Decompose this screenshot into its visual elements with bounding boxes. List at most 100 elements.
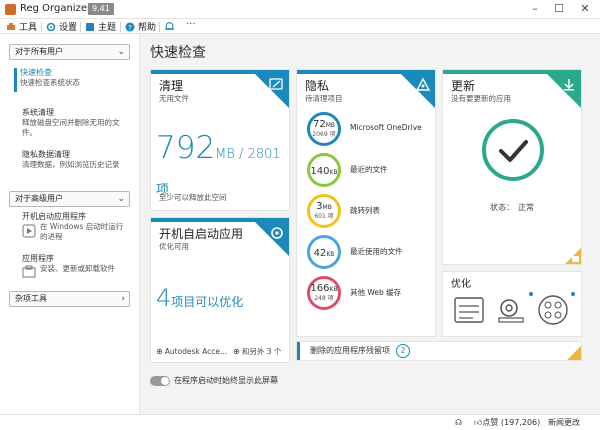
status-bar: ☊ 👍︎点赞 (197,206) 新闻更改 [0,414,600,430]
startup-app-name: Autodesk Acce... [164,347,228,356]
removed-count-badge: 2 [396,344,410,358]
clean-value: 792 [156,130,216,166]
section-misc-tools-label: 杂项工具 [15,294,47,303]
version-badge: 9.41 [88,3,114,15]
more-icon[interactable]: ··· [186,19,196,30]
privacy-ring: 166KB 248 项 [307,276,341,310]
privacy-ring-value: 166KB [310,283,338,294]
page-title: 快速检查 [150,45,206,61]
privacy-label: 其他 Web 缓存 [350,288,402,297]
privacy-row[interactable]: 140KB 最近的文件 [307,153,442,187]
app-title: Reg Organizer [20,3,92,14]
gear-icon [46,22,56,31]
sidebar-item-startup-apps[interactable]: 开机启动应用程序 在 Windows 启动时运行的进程 [22,212,128,242]
registry-icon[interactable] [453,294,485,326]
menu-separator [159,22,160,32]
active-indicator [14,68,17,92]
update-card[interactable]: 更新 没有要更新的应用 状态： 正常 [443,70,581,264]
startup-show-toggle-row: 在程序启动时始终显示此屏幕 [150,375,278,386]
lock-icon [572,256,579,262]
startup-title: 开机自启动应用 [159,227,244,241]
menu-tools-label: 工具 [19,23,38,33]
privacy-ring: 140KB [307,153,341,187]
privacy-ring: 72MB 2069 项 [307,112,341,146]
privacy-row[interactable]: 3MB 601 项 跳转列表 [307,194,442,228]
update-status-label: 状态： [490,203,514,212]
sidebar-item-privacy-clean[interactable]: 隐私数据清理 清理数据，例如浏览历史记录 [22,150,128,170]
bell-icon[interactable] [164,21,175,32]
menu-separator [41,22,42,32]
privacy-card[interactable]: 隐私 待清理项目 72MB 2069 项 Microsoft OneDrive … [297,70,435,336]
section-advanced-users[interactable]: 对于高级用户 ⌄ [9,191,130,207]
sidebar-item-desc: 释放磁盘空间并删除无用的文件。 [22,118,120,137]
sidebar-item-title: 应用程序 [22,254,54,263]
startup-icon [22,224,36,238]
news-link[interactable]: 新闻更改 [548,417,580,428]
sidebar-item-title: 系统清理 [22,108,54,117]
startup-value: 4 [156,284,172,312]
sidebar-item-desc: 在 Windows 启动时运行的进程 [40,222,124,241]
chevron-right-icon: › [121,294,125,304]
sidebar-item-desc: 安装、更新或卸载软件 [40,264,115,273]
privacy-row[interactable]: 42KB 最近使用的文件 [307,235,442,269]
maximize-button[interactable]: ☐ [548,1,570,17]
headset-icon[interactable]: ☊ [455,418,462,427]
startup-more: 和另外 3 个 [241,347,282,356]
clean-footer: 至少可以释放此空间 [159,193,227,202]
startup-footer: ⊕ Autodesk Acce... ⊕ 和另外 3 个 [156,346,281,357]
clean-card[interactable]: 清理 无用文件 792MB / 2801 项 至少可以释放此空间 [151,70,289,210]
clean-title: 清理 [159,79,184,93]
close-button[interactable]: ✕ [574,1,596,17]
menu-tools[interactable]: 工具 [6,20,37,33]
menu-settings[interactable]: 设置 [46,20,77,33]
sidebar-item-desc: 清理数据，例如浏览历史记录 [22,160,120,169]
menu-separator [80,22,81,32]
menu-help[interactable]: ? 帮助 [125,20,156,33]
minimize-button[interactable]: – [524,1,546,17]
menu-help-label: 帮助 [138,23,157,33]
plus-circle-icon: ⊕ [233,347,240,356]
privacy-row[interactable]: 166KB 248 项 其他 Web 缓存 [307,276,442,310]
startup-show-toggle[interactable] [150,375,170,386]
optimize-gear-icon[interactable] [495,294,527,326]
section-all-users[interactable]: 对于所有用户 ⌄ [9,44,130,60]
plus-circle-icon: ⊕ [156,347,163,356]
like-button[interactable]: 👍︎点赞 (197,206) [474,417,540,428]
privacy-ring: 3MB 601 项 [307,194,341,228]
privacy-ring-value: 140KB [310,166,338,177]
notification-dot [571,292,575,296]
update-title: 更新 [451,79,476,93]
removed-leftovers-bar[interactable]: 删除的应用程序残留项 2 [297,342,581,360]
startup-subtitle: 优化可用 [159,242,189,251]
privacy-row[interactable]: 72MB 2069 项 Microsoft OneDrive [307,112,442,146]
notification-dot [529,292,533,296]
update-status-value: 正常 [518,203,534,212]
menu-theme[interactable]: 主题 [85,20,116,33]
clean-subtitle: 无用文件 [159,94,189,103]
section-all-users-label: 对于所有用户 [15,47,63,56]
startup-value-wrap: 4项目可以优化 [156,284,243,312]
sidebar-item-system-clean[interactable]: 系统清理 释放磁盘空间并删除无用的文件。 [22,108,128,138]
app-window: Reg Organizer 9.41 – ☐ ✕ 工具 设置 主题 ? 帮助 ·… [0,0,600,430]
privacy-ring: 42KB [307,235,341,269]
startup-gear-icon [271,227,283,239]
sidebar-item-title: 开机启动应用程序 [22,212,86,221]
startup-card[interactable]: 开机自启动应用 优化可用 4项目可以优化 ⊕ Autodesk Acce... … [151,218,289,362]
apps-grid-icon[interactable] [537,294,569,326]
help-icon: ? [125,22,135,31]
privacy-ring-value: 3MB [316,201,332,212]
privacy-icon [415,77,431,91]
optimize-card[interactable]: 优化 [443,272,581,336]
download-icon [564,79,574,91]
status-ok-icon [482,119,544,181]
news-label: 新闻更改 [548,418,580,427]
removed-label: 删除的应用程序残留项 [310,346,390,355]
privacy-ring-count: 248 项 [314,295,334,302]
section-misc-tools[interactable]: 杂项工具 › [9,291,130,307]
privacy-subtitle: 待清理项目 [305,94,343,103]
sidebar-item-applications[interactable]: 应用程序 安装、更新或卸载软件 [22,254,128,278]
like-label: 点赞 (197,206) [482,418,541,427]
apps-icon [22,265,36,278]
sidebar-item-quick-check[interactable]: 快速检查 快速检查系统状态 [20,68,130,88]
privacy-label: 跳转列表 [350,206,380,215]
